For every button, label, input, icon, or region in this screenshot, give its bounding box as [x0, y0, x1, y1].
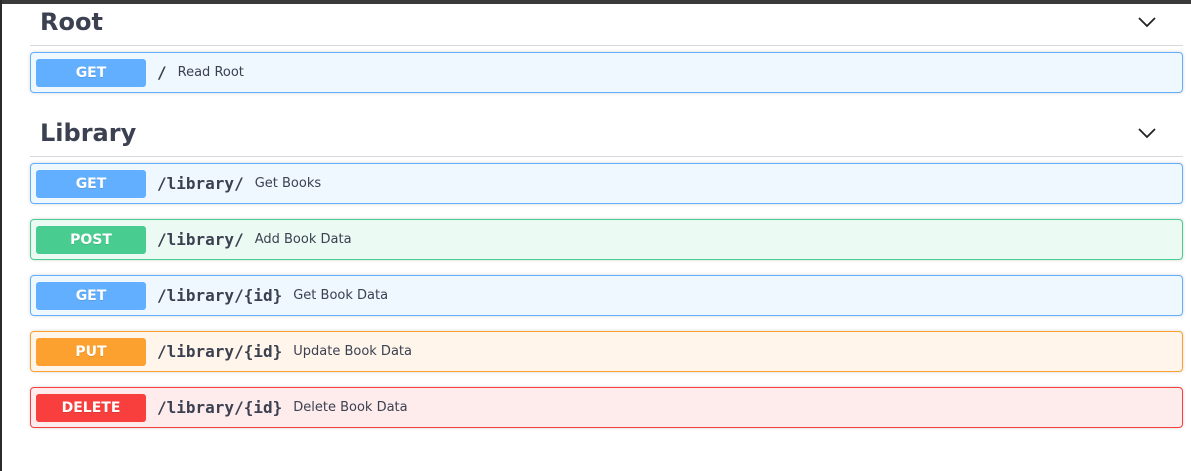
tag-header-root[interactable]: Root — [30, 0, 1183, 46]
operation-path: /library/{id} — [157, 398, 283, 417]
chevron-down-icon[interactable] — [1137, 126, 1157, 140]
method-badge: GET — [36, 169, 146, 198]
operation-put-library-id[interactable]: PUT /library/{id} Update Book Data — [30, 331, 1183, 372]
operation-summary: Get Books — [254, 176, 322, 191]
operation-get-root[interactable]: GET / Read Root — [30, 52, 1183, 93]
operation-summary: Add Book Data — [254, 232, 352, 247]
operation-path: /library/ — [157, 174, 244, 193]
tag-title: Library — [40, 119, 137, 147]
tag-section-library: Library — [30, 110, 1183, 157]
operation-summary: Update Book Data — [293, 344, 412, 359]
tag-header-library[interactable]: Library — [30, 110, 1183, 157]
operation-path: /library/{id} — [157, 286, 283, 305]
operation-get-library-id[interactable]: GET /library/{id} Get Book Data — [30, 275, 1183, 316]
operation-path: / — [157, 63, 167, 82]
method-badge: GET — [36, 281, 146, 310]
operation-path: /library/ — [157, 230, 244, 249]
operation-summary: Read Root — [177, 65, 244, 80]
operation-summary: Delete Book Data — [293, 400, 408, 415]
method-badge: GET — [36, 58, 146, 87]
window-left-border — [0, 0, 2, 471]
operation-summary: Get Book Data — [293, 288, 389, 303]
method-badge: DELETE — [36, 393, 146, 422]
method-badge: PUT — [36, 337, 146, 366]
operation-path: /library/{id} — [157, 342, 283, 361]
operation-get-library[interactable]: GET /library/ Get Books — [30, 163, 1183, 204]
tag-title: Root — [40, 8, 103, 36]
chevron-down-icon[interactable] — [1137, 15, 1157, 29]
method-badge: POST — [36, 225, 146, 254]
tag-section-root: Root — [30, 0, 1183, 46]
operation-post-library[interactable]: POST /library/ Add Book Data — [30, 219, 1183, 260]
operation-delete-library-id[interactable]: DELETE /library/{id} Delete Book Data — [30, 387, 1183, 428]
